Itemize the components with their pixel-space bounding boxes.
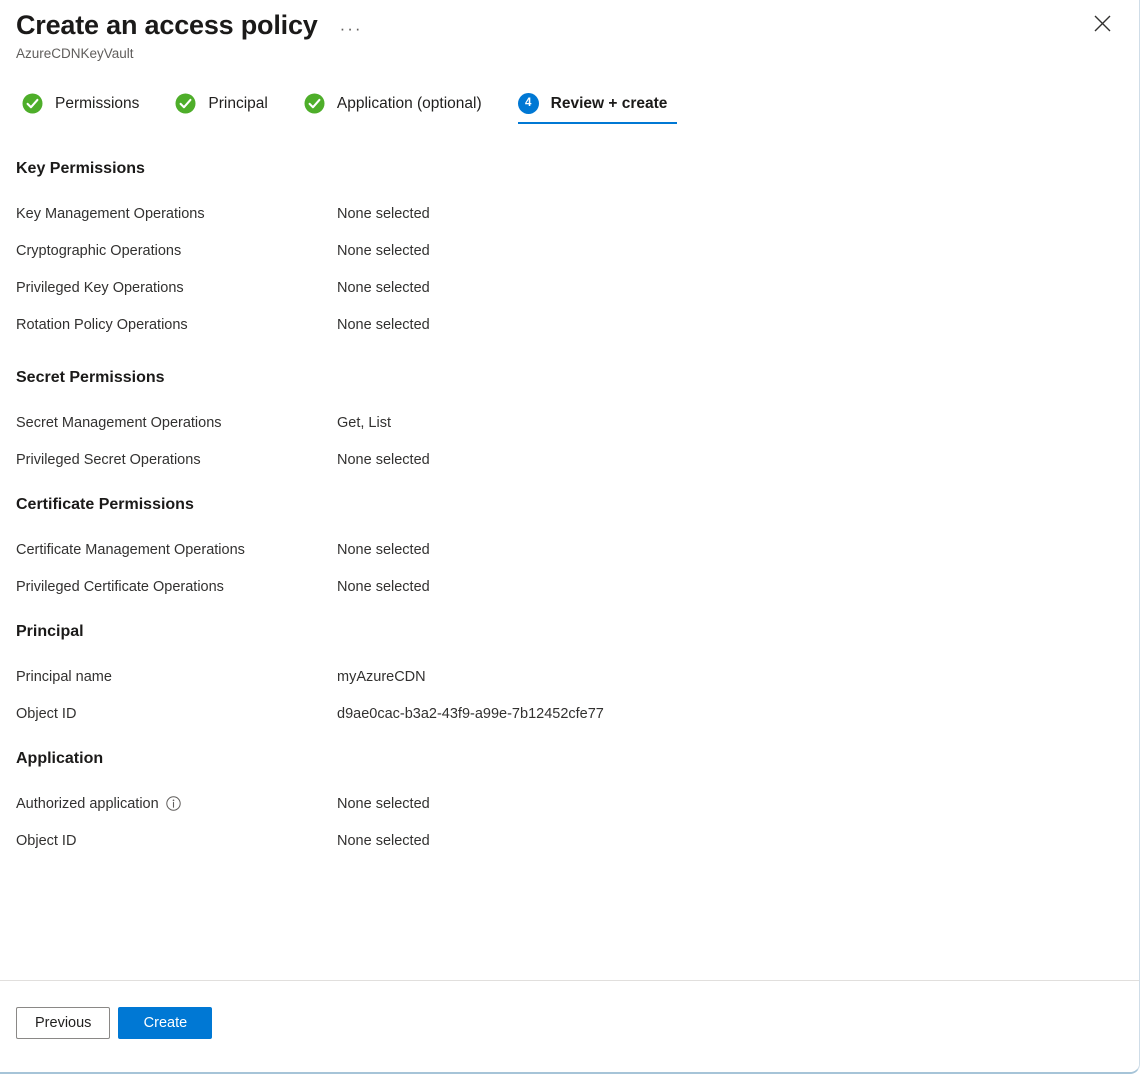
row-label: Certificate Management Operations: [16, 541, 245, 558]
row-label: Privileged Certificate Operations: [16, 578, 224, 595]
row-label: Key Management Operations: [16, 205, 205, 222]
section-heading: Application: [16, 750, 104, 767]
tab-principal[interactable]: Principal: [175, 93, 289, 124]
section-secret-permissions: Secret Permissions Secret Management Ope…: [0, 367, 1139, 478]
principal-list: Principal name myAzureCDN Object ID d9ae…: [0, 643, 1139, 732]
table-row: Certificate Management Operations None s…: [0, 531, 1139, 568]
row-label-text: Authorized application: [16, 795, 159, 812]
footer-buttons: Previous Create: [0, 981, 1139, 1039]
info-icon[interactable]: [165, 796, 181, 811]
close-icon[interactable]: [1087, 8, 1117, 38]
secret-permissions-list: Secret Management Operations Get, List P…: [0, 389, 1139, 478]
row-label: Privileged Key Operations: [16, 279, 184, 296]
table-row: Privileged Secret Operations None select…: [0, 441, 1139, 478]
row-value: None selected: [337, 242, 430, 259]
row-value: None selected: [337, 205, 430, 222]
row-value: None selected: [337, 832, 430, 849]
row-label: Privileged Secret Operations: [16, 451, 201, 468]
table-row: Object ID None selected: [0, 822, 1139, 859]
step-number-badge-icon: 4: [517, 93, 539, 114]
row-value: None selected: [337, 795, 430, 812]
blade-subtitle: AzureCDNKeyVault: [16, 46, 134, 61]
section-heading: Key Permissions: [16, 160, 145, 177]
previous-button[interactable]: Previous: [16, 1007, 111, 1039]
tab-label: Review + create: [550, 94, 668, 112]
table-row: Principal name myAzureCDN: [0, 658, 1139, 695]
section-heading: Certificate Permissions: [16, 496, 194, 513]
check-circle-icon: [22, 93, 43, 114]
row-label: Object ID: [16, 832, 77, 849]
table-row: Secret Management Operations Get, List: [0, 404, 1139, 441]
certificate-permissions-list: Certificate Management Operations None s…: [0, 516, 1139, 605]
row-label: Authorized application: [0, 796, 337, 812]
wizard-tabs: Permissions Principal Application (optio…: [0, 63, 1139, 124]
application-list: Authorized application None selected Obj…: [0, 770, 1139, 859]
tab-label: Application (optional): [336, 94, 482, 112]
row-value: None selected: [337, 279, 430, 296]
table-row: Privileged Key Operations None selected: [0, 269, 1139, 306]
row-label: Principal name: [16, 668, 112, 685]
table-row: Rotation Policy Operations None selected: [0, 306, 1139, 343]
row-value: d9ae0cac-b3a2-43f9-a99e-7b12452cfe77: [337, 705, 604, 722]
row-label: Cryptographic Operations: [16, 242, 182, 259]
row-value: None selected: [337, 541, 430, 558]
ellipsis-icon[interactable]: ···: [340, 20, 363, 37]
tab-review-create[interactable]: 4 Review + create: [517, 93, 690, 124]
row-label: Rotation Policy Operations: [16, 316, 188, 333]
section-certificate-permissions: Certificate Permissions Certificate Mana…: [0, 494, 1139, 605]
page-title: Create an access policy: [16, 10, 318, 40]
review-content: Key Permissions Key Management Operation…: [0, 124, 1139, 859]
section-application: Application Authorized application None …: [0, 748, 1139, 859]
step-number: 4: [517, 93, 539, 114]
section-heading: Secret Permissions: [16, 369, 165, 386]
create-button[interactable]: Create: [118, 1007, 213, 1039]
table-row: Cryptographic Operations None selected: [0, 232, 1139, 269]
create-access-policy-blade: Create an access policy ··· AzureCDNKeyV…: [0, 0, 1140, 1074]
row-value: Get, List: [337, 414, 391, 431]
tab-label: Permissions: [55, 94, 140, 112]
row-label: Object ID: [16, 705, 77, 722]
table-row: Object ID d9ae0cac-b3a2-43f9-a99e-7b1245…: [0, 695, 1139, 732]
title-row: Create an access policy ···: [0, 0, 1139, 42]
section-heading: Principal: [16, 623, 84, 640]
check-circle-icon: [304, 93, 325, 114]
row-value: None selected: [337, 316, 430, 333]
section-key-permissions: Key Permissions Key Management Operation…: [0, 158, 1139, 343]
row-label: Secret Management Operations: [16, 414, 222, 431]
check-circle-icon: [175, 93, 196, 114]
tab-application-optional[interactable]: Application (optional): [304, 93, 504, 124]
table-row: Privileged Certificate Operations None s…: [0, 568, 1139, 605]
row-value: None selected: [337, 451, 430, 468]
table-row: Authorized application None selected: [0, 785, 1139, 822]
row-value: myAzureCDN: [337, 668, 426, 685]
active-tab-underline: [517, 122, 678, 124]
tab-label: Principal: [208, 94, 268, 112]
row-value: None selected: [337, 578, 430, 595]
key-permissions-list: Key Management Operations None selected …: [0, 180, 1139, 343]
blade-footer: Previous Create: [0, 980, 1139, 1072]
tab-permissions[interactable]: Permissions: [22, 93, 161, 124]
blade-header: Create an access policy ··· AzureCDNKeyV…: [0, 0, 1139, 63]
section-principal: Principal Principal name myAzureCDN Obje…: [0, 621, 1139, 732]
table-row: Key Management Operations None selected: [0, 195, 1139, 232]
